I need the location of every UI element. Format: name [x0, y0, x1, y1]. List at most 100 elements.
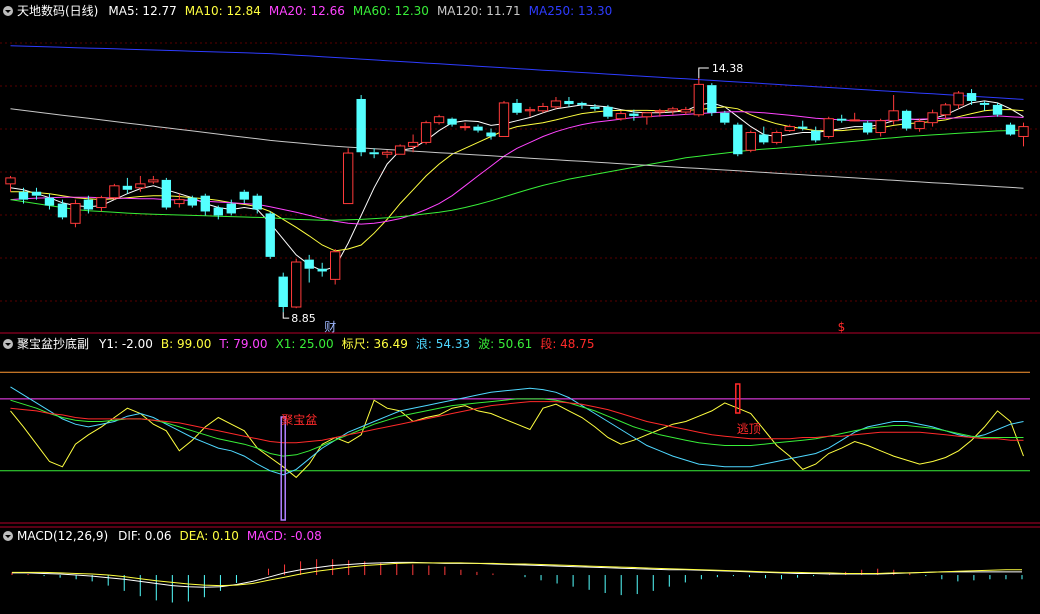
legend-value: MA10: 12.84	[185, 4, 261, 18]
legend-value: 标尺: 36.49	[342, 337, 408, 351]
candle-body	[577, 102, 587, 105]
candle	[771, 130, 782, 145]
low-price-label: 8.85	[291, 312, 316, 325]
buy-signal-label: 聚宝盆	[281, 413, 317, 427]
candle	[992, 102, 1003, 117]
candle	[70, 199, 81, 228]
candle	[823, 116, 834, 139]
candle	[420, 120, 432, 145]
candle-body	[953, 92, 964, 106]
candle-body	[837, 118, 847, 121]
candle	[862, 120, 873, 135]
sell-signal-label: 逃顶	[737, 422, 761, 436]
legend-value: DEA: 0.10	[179, 529, 238, 543]
candle	[330, 248, 341, 285]
candle-body	[122, 185, 133, 190]
candle-body	[759, 134, 769, 143]
candle-body	[18, 191, 29, 200]
candle-body	[96, 197, 107, 209]
candle-body	[771, 132, 782, 143]
candle-body	[161, 179, 172, 208]
candle	[278, 272, 288, 313]
candle-body	[707, 85, 717, 113]
candle-body	[979, 102, 990, 105]
candle-body	[265, 213, 275, 257]
candle-body	[70, 203, 81, 224]
candle-body	[226, 203, 236, 214]
candle	[394, 144, 406, 155]
candle-body	[57, 203, 68, 218]
candle-body	[862, 122, 873, 133]
candle-body	[187, 197, 197, 206]
candle	[720, 110, 730, 125]
candle-body	[369, 152, 379, 155]
candle-body	[615, 113, 627, 120]
candle-body	[213, 207, 223, 216]
candle-body	[473, 126, 483, 131]
legend-value: B: 99.00	[161, 337, 211, 351]
candle-body	[317, 268, 327, 272]
legend-value: MA250: 13.30	[529, 4, 613, 18]
candle	[342, 148, 354, 205]
candle-body	[693, 83, 704, 116]
panel1-title: 天地数码(日线)	[17, 3, 98, 18]
chart-background	[0, 0, 1040, 614]
event-marker[interactable]: $	[838, 320, 846, 334]
stock-chart[interactable]: 14.38 8.85 财 $ 天地数码(日线) MA5: 12.77 MA10: …	[0, 0, 1040, 614]
candle	[265, 211, 275, 259]
candle-body	[629, 113, 639, 116]
legend-value: 浪: 54.33	[416, 336, 470, 351]
high-price-label: 14.38	[712, 62, 744, 75]
legend-value: 波: 50.61	[478, 337, 532, 351]
candle-body	[940, 104, 951, 116]
candle-body	[459, 126, 471, 129]
candle	[291, 258, 302, 309]
candle-body	[330, 251, 341, 280]
candle-body	[135, 183, 146, 189]
candle-body	[342, 152, 354, 205]
candle-body	[174, 199, 185, 205]
candle-body	[239, 191, 249, 200]
candle	[109, 183, 120, 200]
candle-body	[992, 104, 1003, 115]
candle-body	[1018, 126, 1029, 137]
legend-value: MA20: 12.66	[269, 4, 345, 18]
candle-body	[512, 102, 522, 113]
candle-body	[433, 116, 445, 124]
candle-body	[5, 177, 16, 185]
candle-body	[550, 100, 562, 108]
candle-body	[537, 105, 549, 112]
candle-body	[524, 109, 536, 112]
legend-value: MA120: 11.71	[437, 4, 521, 18]
candle-body	[849, 119, 860, 122]
candle-body	[966, 93, 977, 101]
legend-value: MA60: 12.30	[353, 4, 429, 18]
candle-body	[590, 106, 600, 109]
candle-body	[498, 102, 510, 137]
candle-body	[109, 185, 120, 199]
legend-value: 段: 48.75	[540, 336, 594, 351]
candle-body	[291, 261, 302, 308]
candle-body	[31, 191, 42, 196]
candle-body	[278, 276, 288, 307]
finance-marker[interactable]: 财	[324, 320, 336, 334]
candle-body	[888, 110, 899, 122]
candle-body	[680, 109, 692, 113]
candle-body	[720, 112, 730, 123]
legend-value: Y1: -2.00	[98, 337, 153, 351]
candle	[356, 95, 366, 157]
candle-body	[927, 112, 938, 124]
candle-body	[381, 151, 393, 155]
legend-value: MACD: -0.08	[247, 529, 322, 543]
candle-body	[564, 100, 574, 105]
legend-value: X1: 25.00	[276, 337, 334, 351]
candle-body	[252, 195, 262, 210]
candle	[433, 114, 445, 125]
candle-body	[44, 197, 55, 206]
candle-body	[875, 120, 886, 134]
candle	[733, 122, 743, 157]
candle-body	[823, 118, 834, 137]
legend-value: DIF: 0.06	[118, 529, 171, 543]
candle	[901, 109, 912, 131]
candle-body	[784, 126, 795, 132]
